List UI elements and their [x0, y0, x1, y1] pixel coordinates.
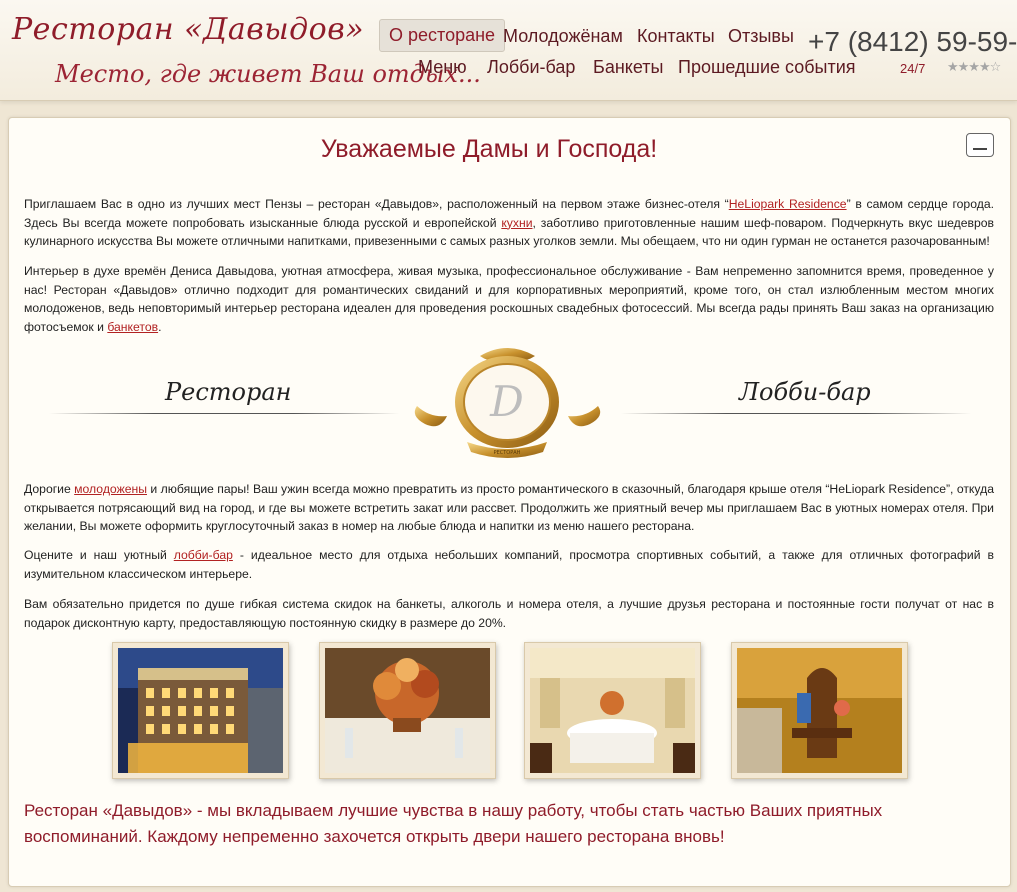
photo-hotel-exterior[interactable]: [112, 642, 289, 779]
nav-reviews[interactable]: Отзывы: [728, 26, 794, 47]
phone-number[interactable]: +7 (8412) 59-59-56: [808, 26, 1017, 58]
nav-banquets[interactable]: Банкеты: [593, 57, 663, 78]
logo-title[interactable]: Ресторан «Давыдов»: [12, 12, 364, 47]
page-title: Уважаемые Дамы и Господа!: [320, 135, 658, 163]
restaurant-label[interactable]: Ресторан: [165, 378, 291, 406]
nav-newlyweds[interactable]: Молодожёнам: [503, 26, 623, 47]
hotel-building-icon: [118, 648, 283, 773]
content-panel: Уважаемые Дамы и Господа! Приглашаем Вас…: [8, 117, 1011, 887]
photo-table-flowers[interactable]: [319, 642, 496, 779]
banquet-hall-icon: [530, 648, 695, 773]
nav-menu[interactable]: Меню: [418, 57, 467, 78]
minimize-icon: [973, 148, 987, 150]
cuisine-link[interactable]: кухни: [501, 216, 532, 230]
monogram-emblem-icon: D РЕСТОРАН: [414, 348, 601, 458]
hours-label: 24/7: [900, 61, 926, 76]
nav-past-events[interactable]: Прошедшие события: [678, 57, 856, 78]
flower-table-icon: [325, 648, 490, 773]
intro-paragraph: Приглашаем Вас в одно из лучших мест Пен…: [24, 197, 995, 248]
heliopark-link[interactable]: HeLiopark Residence: [729, 197, 847, 211]
logo-slogan: Место, где живет Ваш отдых...: [55, 60, 481, 88]
monogram-text: D: [489, 377, 524, 426]
newlyweds-link[interactable]: молодожены: [74, 482, 147, 496]
lobby-interior-icon: [737, 648, 902, 773]
lobby-paragraph: Оцените и наш уютный лобби-бар - идеальн…: [24, 548, 994, 581]
nav-lobby-bar[interactable]: Лобби-бар: [487, 57, 575, 78]
newlyweds-paragraph: Дорогие молодожены и любящие пары! Ваш у…: [24, 482, 994, 533]
divider-left: [49, 413, 399, 414]
ribbon-text: РЕСТОРАН: [494, 450, 521, 456]
banquets-link[interactable]: банкетов: [107, 320, 158, 334]
lobby-bar-label[interactable]: Лобби-бар: [739, 378, 871, 406]
site-header: Ресторан «Давыдов» Место, где живет Ваш …: [0, 0, 1017, 101]
rating-stars: ★★★★☆: [947, 60, 1001, 75]
photo-lobby-bar[interactable]: [731, 642, 908, 779]
discount-paragraph: Вам обязательно придется по душе гибкая …: [24, 597, 994, 630]
collapse-button[interactable]: [966, 133, 994, 157]
lobby-bar-link[interactable]: лобби-бар: [174, 548, 233, 562]
nav-about[interactable]: О ресторане: [379, 19, 506, 52]
closing-text: Ресторан «Давыдов» - мы вкладываем лучши…: [24, 801, 883, 846]
photo-banquet-hall[interactable]: [524, 642, 701, 779]
interior-paragraph: Интерьер в духе времён Дениса Давыдова, …: [24, 264, 994, 334]
divider-right: [621, 413, 971, 414]
emblem-banner: Ресторан Лобби-бар D РЕСТОРАН: [9, 346, 1010, 461]
nav-contacts[interactable]: Контакты: [637, 26, 715, 47]
